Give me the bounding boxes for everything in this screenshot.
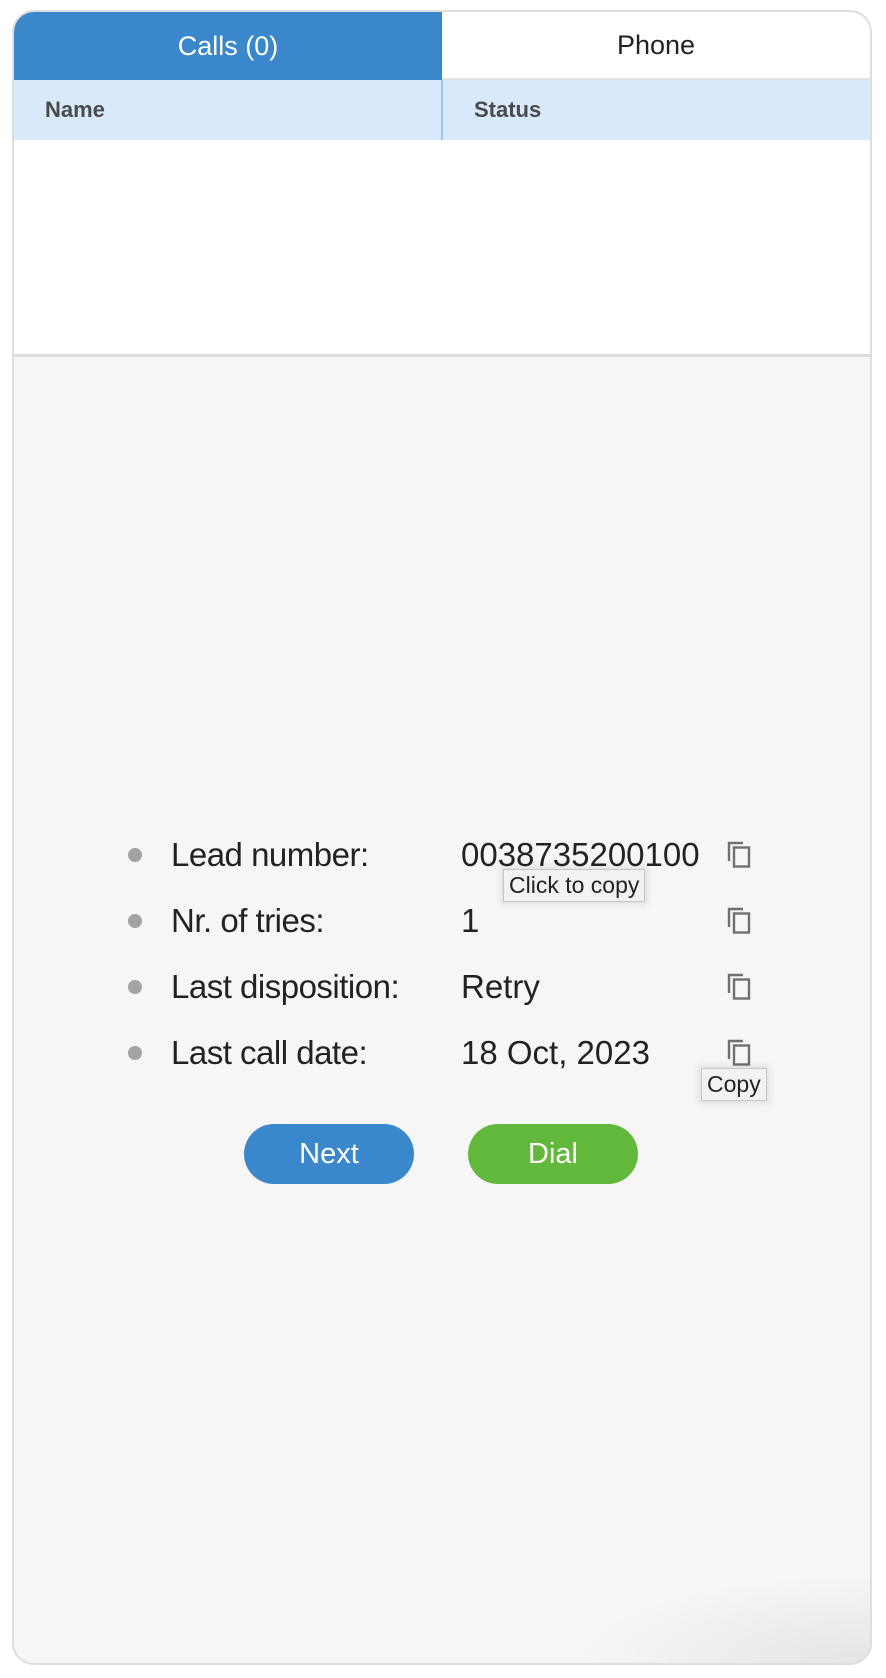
disposition-label: Last disposition: [171,968,400,1005]
tab-phone[interactable]: Phone [442,12,870,80]
lead-info-row-tries: Nr. of tries: 1 [14,888,870,954]
next-button[interactable]: Next [244,1124,414,1184]
bullet-icon [128,914,142,928]
calls-table-body [14,140,870,357]
bullet-icon [128,848,142,862]
column-header-name[interactable]: Name [14,80,441,140]
action-buttons: Next Dial [14,1124,870,1184]
bullet-icon [128,980,142,994]
corner-shadow [570,1573,870,1663]
column-header-status[interactable]: Status [441,80,870,140]
bullet-icon [128,1046,142,1060]
copy-icon[interactable] [727,973,753,1001]
tries-label: Nr. of tries: [171,902,325,939]
lead-info-row-lead-number: Lead number: 0038735200100 [14,822,870,888]
copy-icon[interactable] [727,841,753,869]
tries-value: 1 [461,902,480,939]
copy-tooltip: Copy [701,1068,767,1101]
tab-bar: Calls (0) Phone [14,12,870,80]
calls-table-header: Name Status [14,80,870,140]
lead-info-row-disposition: Last disposition: Retry [14,954,870,1020]
lead-info-list: Lead number: 0038735200100 Nr. of tries:… [14,822,870,1086]
copy-icon[interactable] [727,1039,753,1067]
click-to-copy-tooltip: Click to copy [503,869,646,902]
dial-button[interactable]: Dial [468,1124,638,1184]
disposition-value: Retry [461,968,540,1005]
last-call-date-label: Last call date: [171,1034,368,1071]
tab-calls[interactable]: Calls (0) [14,12,442,80]
lead-number-label: Lead number: [171,836,369,873]
copy-icon[interactable] [727,907,753,935]
last-call-date-value: 18 Oct, 2023 [461,1034,650,1071]
calls-widget: Calls (0) Phone Name Status Lead number:… [12,10,872,1665]
